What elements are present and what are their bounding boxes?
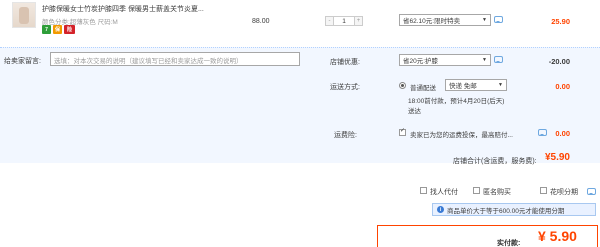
- huabei-checkbox[interactable]: [540, 187, 547, 194]
- huabei-label[interactable]: 花呗分期: [550, 187, 578, 197]
- anonymous-checkbox[interactable]: [473, 187, 480, 194]
- delivery-estimate: 18:00前付款，预计4月20日(后天)送达: [408, 98, 505, 115]
- shop-discount-label: 店铺优惠:: [330, 59, 360, 66]
- proxy-pay-checkbox[interactable]: [420, 187, 427, 194]
- chevron-down-icon: ▼: [482, 17, 487, 23]
- installment-notice: i 商品单价大于等于600.00元才能使用分期: [432, 203, 596, 216]
- insurance-label: 运费险:: [334, 132, 357, 139]
- shop-discount-amount: -20.00: [548, 57, 570, 66]
- message-input[interactable]: 选填：对本次交易的说明（建议填写已经和卖家达成一致的说明）: [50, 52, 300, 66]
- anonymous-label[interactable]: 匿名购买: [483, 187, 511, 197]
- quantity-increase-button[interactable]: +: [354, 16, 363, 26]
- promotion-select[interactable]: 省62.10元:限时特卖 ▼: [399, 14, 491, 26]
- shop-discount-select[interactable]: 省20元:护膝 ▼: [399, 54, 491, 66]
- shop-total-value: ¥5.90: [544, 152, 570, 163]
- chat-icon[interactable]: [587, 188, 596, 195]
- service-badges: 7 保 险: [42, 25, 75, 34]
- installment-notice-text: 商品单价大于等于600.00元才能使用分期: [447, 207, 565, 215]
- unit-price: 88.00: [252, 18, 270, 25]
- chevron-down-icon: ▼: [482, 57, 487, 63]
- insurance-text: 卖家已为您的运费投保，最高赔付...: [410, 132, 513, 139]
- insurance-checkbox[interactable]: [399, 127, 406, 136]
- order-item-row: 护膝保暖女士竹炭护膝四季 保暖男士薪盖关节炎夏... 颜色分类:超薄灰色 尺码:…: [0, 0, 600, 40]
- guarantee-icon: 保: [53, 25, 62, 34]
- shipping-label: 运送方式:: [330, 84, 360, 91]
- chat-icon[interactable]: [494, 56, 503, 63]
- quantity-decrease-button[interactable]: -: [325, 16, 334, 26]
- quantity-stepper: - 1 +: [325, 16, 363, 26]
- product-thumbnail[interactable]: [12, 2, 36, 28]
- quantity-input[interactable]: 1: [334, 16, 354, 26]
- info-icon: i: [437, 206, 444, 213]
- insurance-icon: 险: [64, 25, 75, 34]
- shipping-amount: 0.00: [555, 82, 570, 91]
- shipping-type: 普通配送: [410, 85, 436, 92]
- shop-total-label: 店铺合计(含运费，服务费):: [453, 158, 537, 165]
- seven-day-return-icon: 7: [42, 25, 51, 34]
- insurance-amount: 0.00: [555, 129, 570, 138]
- proxy-pay-label[interactable]: 找人代付: [430, 187, 458, 197]
- promotion-select-value: 省62.10元:限时特卖: [403, 18, 461, 25]
- item-subtotal: 25.90: [551, 17, 570, 26]
- chevron-down-icon: ▼: [498, 82, 503, 88]
- shipping-method-select[interactable]: 快递 免邮 ▼: [445, 79, 507, 91]
- chat-icon[interactable]: [494, 16, 503, 23]
- payment-label: 实付款:: [497, 240, 521, 247]
- payment-amount: ¥ 5.90: [538, 228, 577, 244]
- standard-delivery-radio[interactable]: [399, 82, 406, 89]
- message-label: 给卖家留言:: [4, 58, 41, 65]
- chat-icon[interactable]: [538, 129, 547, 136]
- product-title[interactable]: 护膝保暖女士竹炭护膝四季 保暖男士薪盖关节炎夏...: [42, 4, 204, 14]
- shipping-method-value: 快递 免邮: [449, 83, 477, 90]
- shop-discount-value: 省20元:护膝: [403, 58, 439, 65]
